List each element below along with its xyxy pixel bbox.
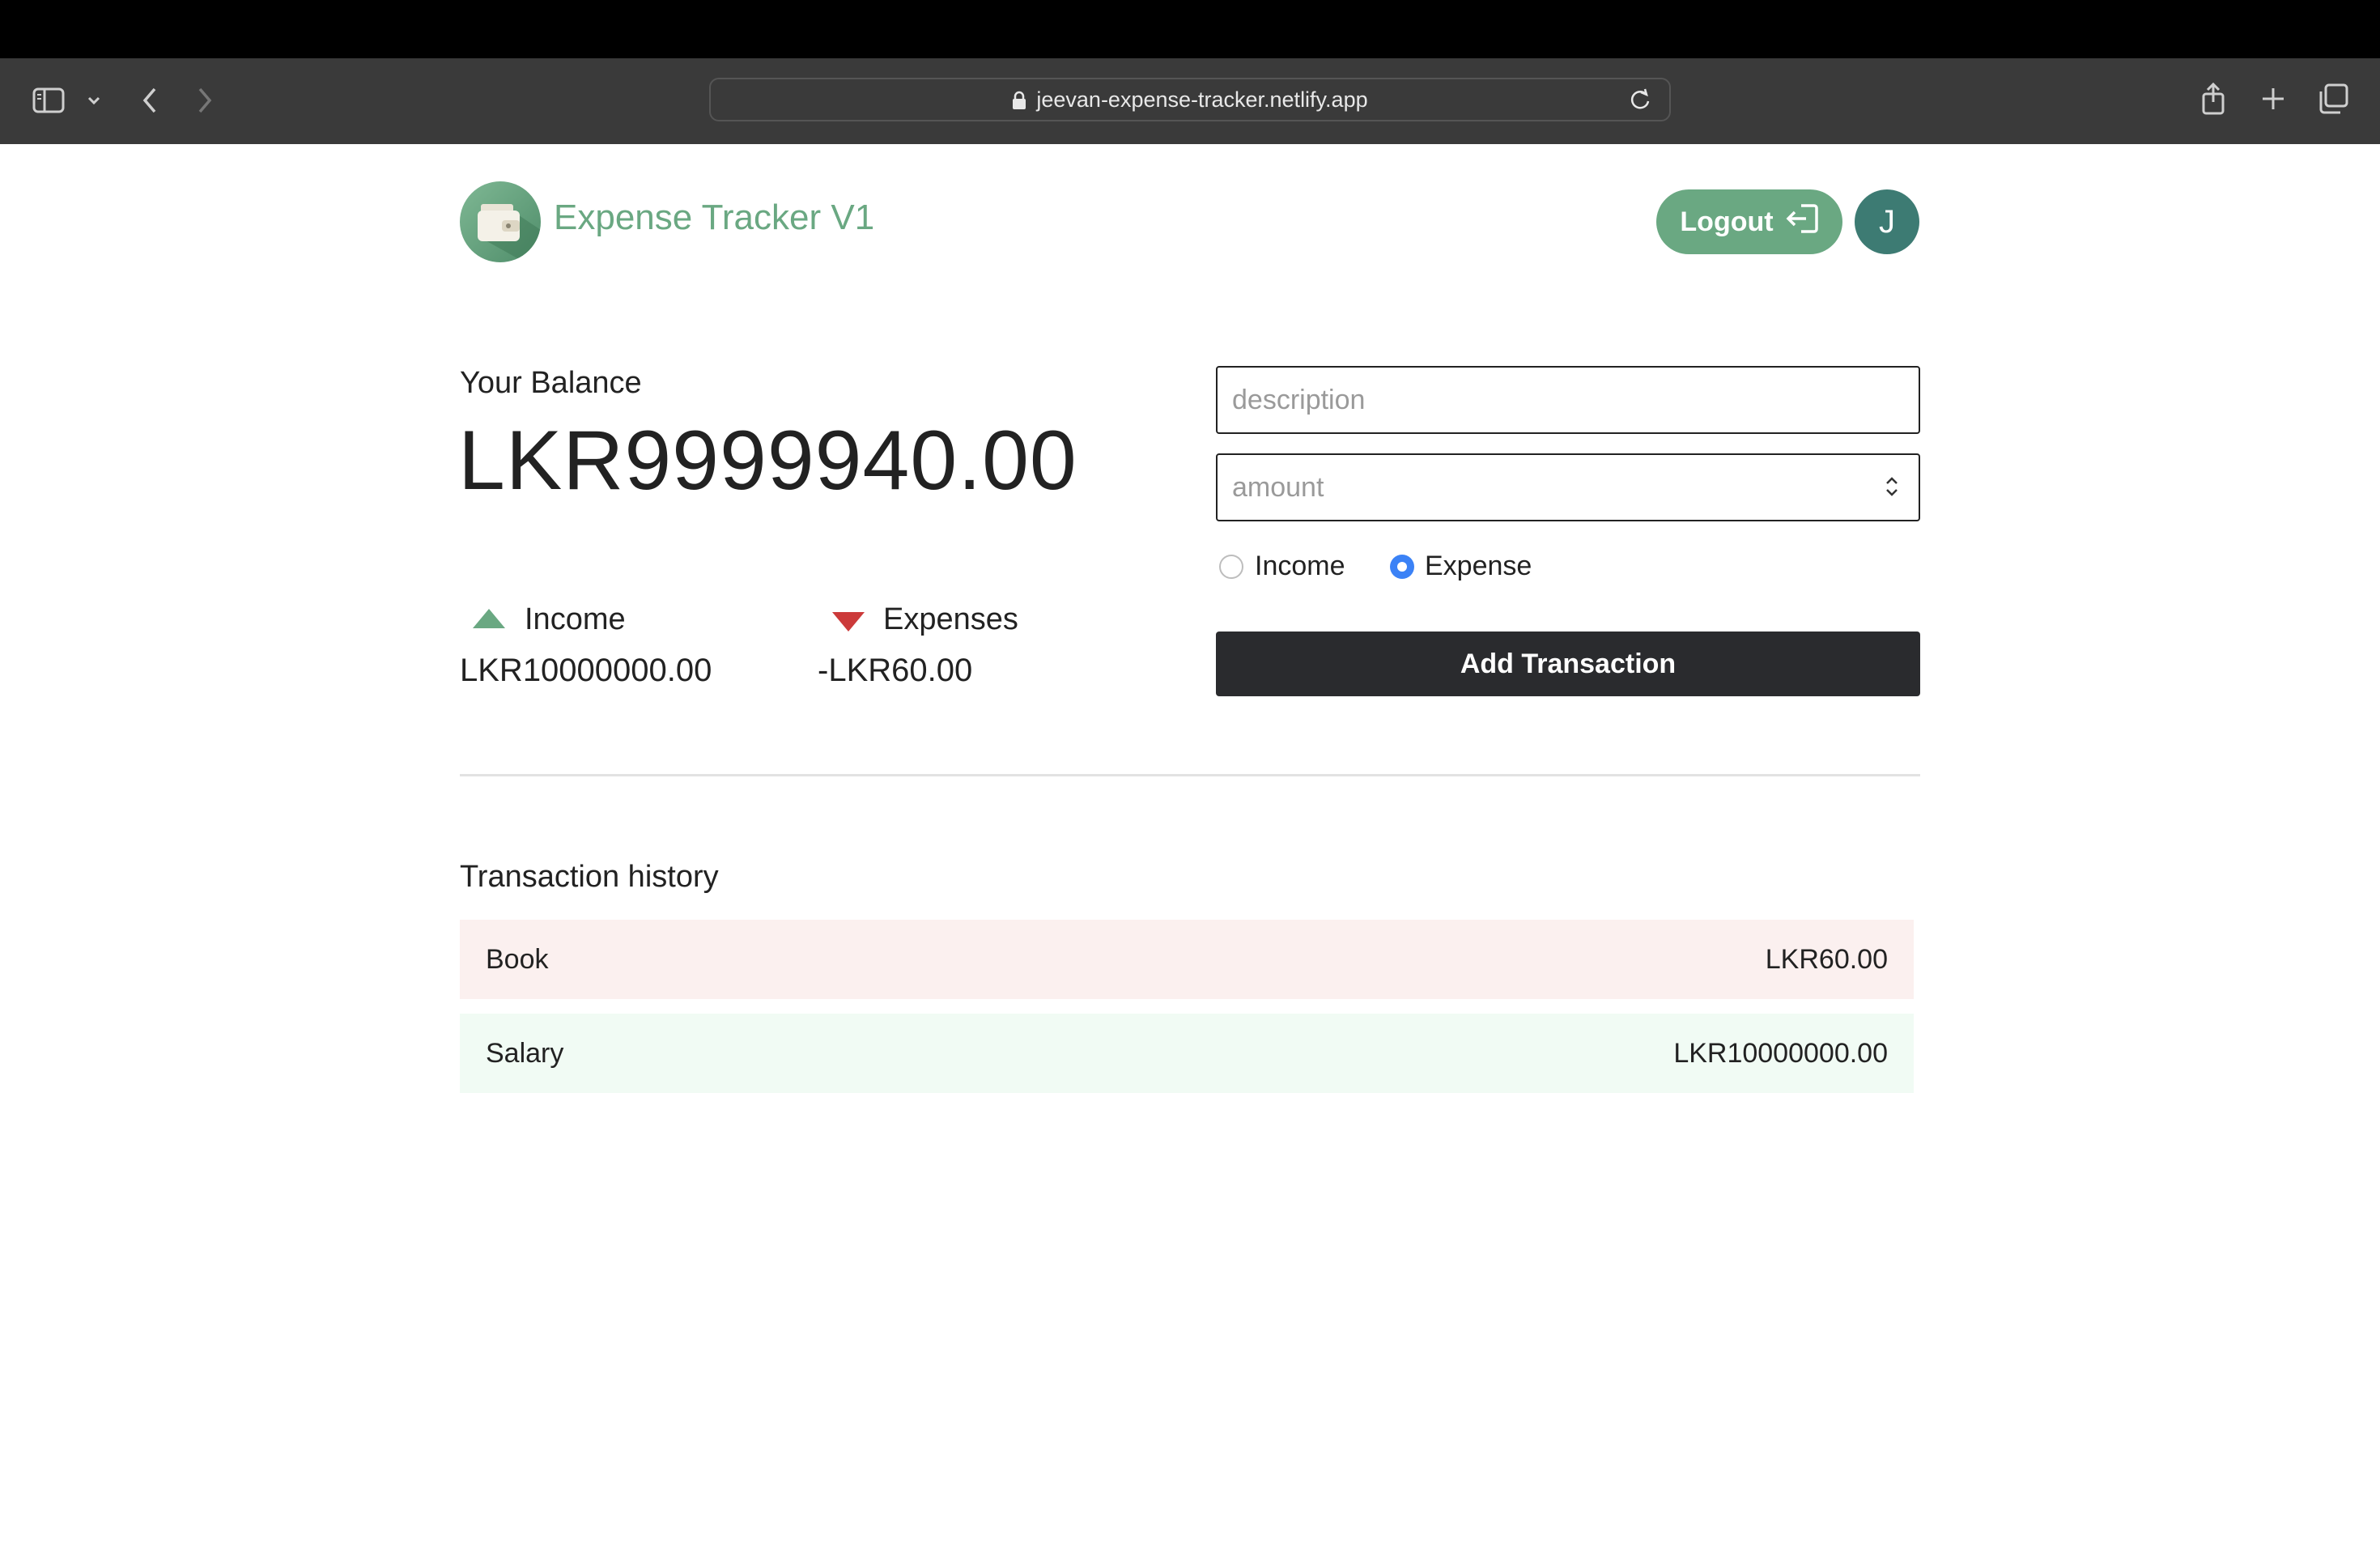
logout-label: Logout — [1680, 206, 1774, 237]
balance-value: LKR9999940.00 — [458, 414, 1077, 508]
transaction-description: Book — [486, 943, 549, 975]
triangle-up-icon — [473, 609, 505, 628]
logout-icon — [1785, 202, 1819, 242]
stepper-arrows-icon[interactable] — [1883, 474, 1901, 499]
balance-label: Your Balance — [460, 366, 642, 400]
back-arrow-icon[interactable] — [138, 84, 162, 117]
logout-button[interactable]: Logout — [1656, 189, 1842, 254]
forward-arrow-icon[interactable] — [193, 84, 217, 117]
avatar[interactable]: J — [1855, 189, 1919, 254]
history-title: Transaction history — [460, 860, 719, 894]
transaction-row[interactable]: Salary LKR10000000.00 — [460, 1014, 1914, 1093]
address-bar[interactable]: jeevan-expense-tracker.netlify.app — [709, 78, 1671, 121]
lock-icon — [1012, 91, 1026, 109]
expenses-label: Expenses — [883, 602, 1018, 636]
share-icon[interactable] — [2199, 81, 2228, 117]
reload-icon[interactable] — [1629, 87, 1651, 116]
transaction-description: Salary — [486, 1037, 564, 1069]
expense-radio[interactable] — [1390, 555, 1414, 579]
add-transaction-button[interactable]: Add Transaction — [1216, 632, 1920, 696]
income-value: LKR10000000.00 — [460, 653, 712, 688]
sidebar-toggle-icon[interactable] — [31, 84, 66, 117]
system-menu-bar — [0, 0, 2380, 58]
expenses-value: -LKR60.00 — [818, 653, 973, 688]
section-divider — [460, 774, 1920, 776]
transaction-amount: LKR60.00 — [1765, 943, 1888, 975]
income-radio-label[interactable]: Income — [1255, 551, 1345, 582]
income-radio[interactable] — [1219, 555, 1243, 579]
transaction-row[interactable]: Book LKR60.00 — [460, 920, 1914, 999]
transaction-amount: LKR10000000.00 — [1673, 1037, 1888, 1069]
triangle-down-icon — [832, 612, 865, 632]
description-input[interactable] — [1216, 366, 1920, 434]
app-title: Expense Tracker V1 — [554, 198, 875, 237]
tab-overview-icon[interactable] — [2317, 83, 2349, 115]
new-tab-icon[interactable] — [2259, 84, 2288, 113]
expense-radio-label[interactable]: Expense — [1425, 551, 1532, 582]
wallet-logo-icon — [460, 181, 541, 262]
income-label: Income — [525, 602, 626, 636]
chevron-down-icon[interactable] — [84, 91, 104, 110]
url-text: jeevan-expense-tracker.netlify.app — [1036, 87, 1368, 112]
amount-input[interactable] — [1216, 453, 1920, 521]
